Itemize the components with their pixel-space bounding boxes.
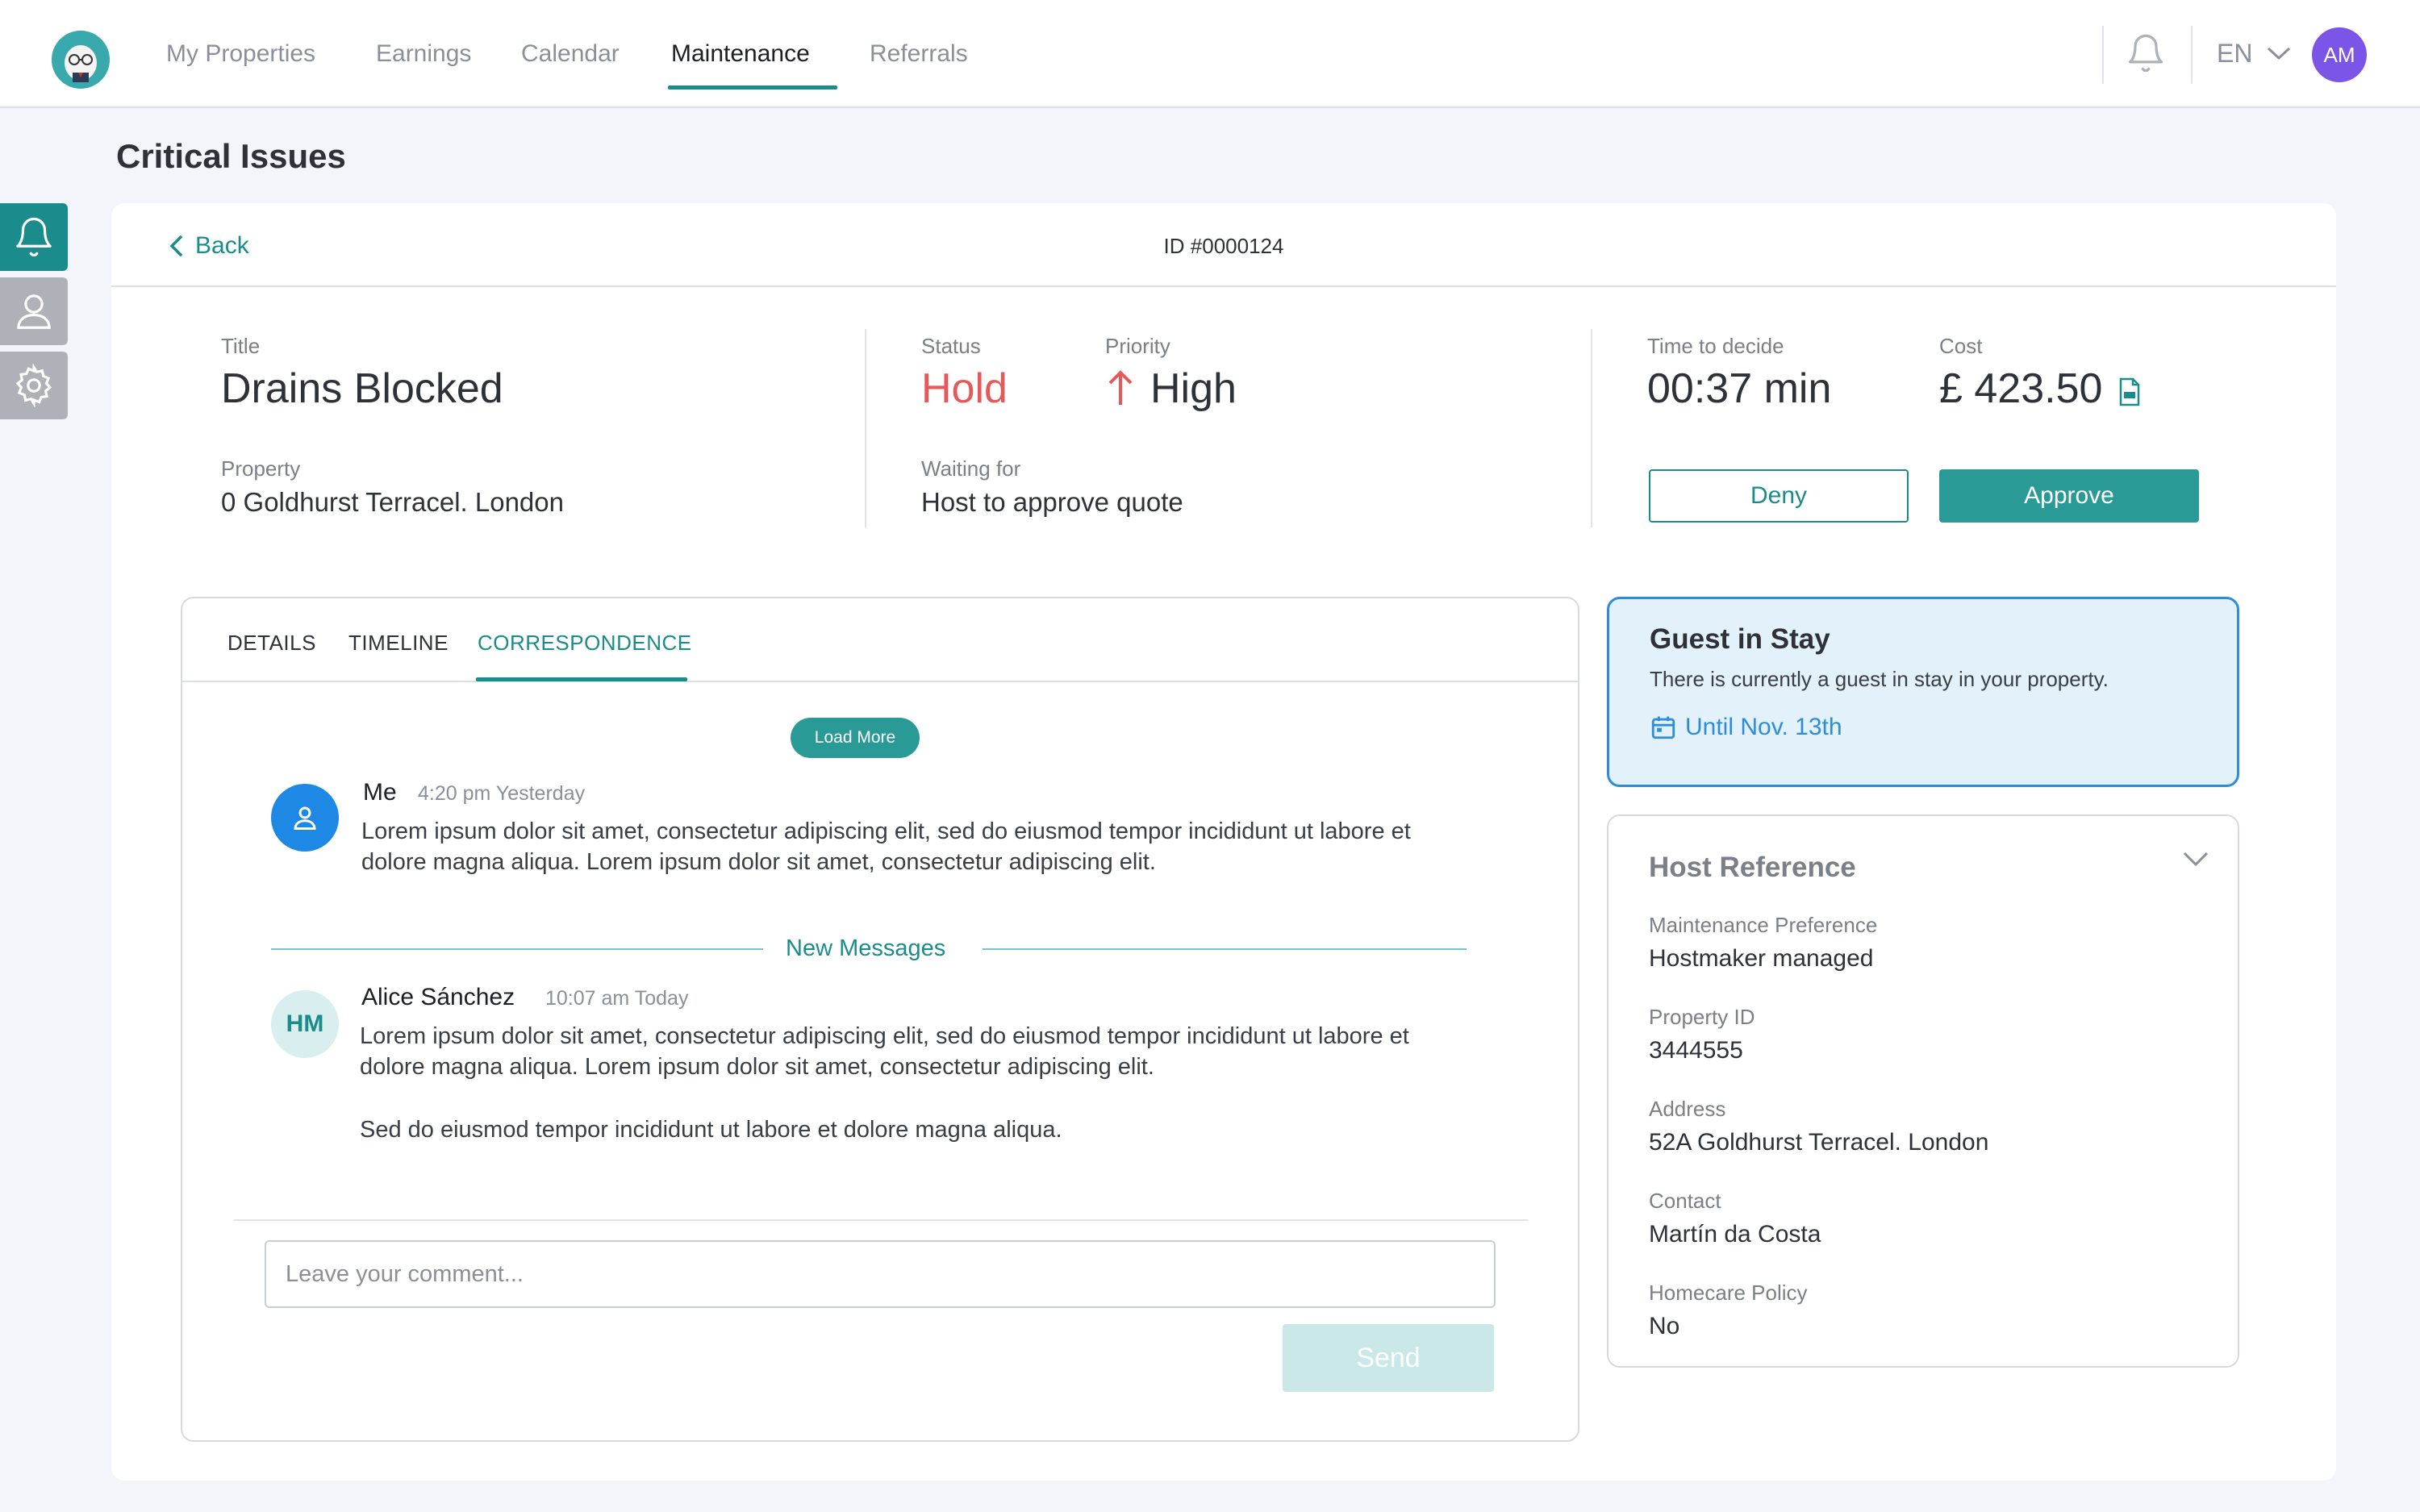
column-divider: [1591, 329, 1592, 527]
avatar: [271, 784, 339, 852]
waiting-value: Host to approve quote: [921, 487, 1183, 517]
comment-input[interactable]: [265, 1240, 1496, 1308]
property-value: 0 Goldhurst Terracel. London: [221, 487, 564, 517]
calendar-icon: [1651, 716, 1675, 739]
message-time: 4:20 pm Yesterday: [418, 782, 586, 805]
page-title: Critical Issues: [116, 137, 346, 175]
nav-maintenance[interactable]: Maintenance: [671, 40, 810, 68]
mascot-logo-icon: [52, 31, 110, 89]
status-label: Status: [921, 334, 981, 358]
title-label: Title: [221, 334, 261, 358]
host-reference-title: Host Reference: [1649, 852, 1856, 883]
guest-text: There is currently a guest in stay in yo…: [1650, 667, 2109, 691]
tab-bar: DETAILS TIMELINE CORRESPONDENCE: [182, 598, 1578, 682]
divider: [271, 948, 763, 950]
time-value: 00:37 min: [1647, 365, 1832, 412]
new-messages-label: New Messages: [786, 935, 946, 961]
divider: [234, 1219, 1528, 1221]
guest-in-stay-box: Guest in Stay There is currently a guest…: [1607, 597, 2239, 787]
user-avatar[interactable]: AM: [2312, 27, 2367, 82]
load-more-button[interactable]: Load More: [791, 718, 920, 758]
rail-settings[interactable]: [0, 352, 68, 419]
cost-value: £ 423.50: [1939, 365, 2103, 412]
message-text: Lorem ipsum dolor sit amet, consectetur …: [361, 818, 1411, 875]
contact-value: Martín da Costa: [1649, 1221, 1821, 1248]
approve-button[interactable]: Approve: [1939, 469, 2199, 523]
tab-details[interactable]: DETAILS: [227, 631, 316, 656]
card-header: Back ID #0000124: [111, 203, 2336, 287]
guest-until: Until Nov. 13th: [1650, 714, 1842, 741]
time-label: Time to decide: [1647, 334, 1784, 358]
nav-referrals[interactable]: Referrals: [870, 40, 968, 68]
bell-icon: [16, 217, 52, 256]
logo[interactable]: [52, 31, 110, 89]
homecare-policy-label: Homecare Policy: [1649, 1281, 1808, 1305]
host-reference-panel: Host Reference Maintenance Preference Ho…: [1607, 814, 2239, 1368]
notifications-bell-icon[interactable]: [2125, 32, 2167, 74]
rail-notifications[interactable]: [0, 203, 68, 271]
divider: [983, 948, 1467, 950]
message-text: Lorem ipsum dolor sit amet, consectetur …: [360, 1023, 1409, 1080]
message-author: Me: [363, 779, 397, 806]
user-icon: [17, 294, 51, 329]
divider: [2102, 26, 2104, 84]
tab-active-indicator: [476, 677, 687, 681]
contact-label: Contact: [1649, 1189, 1721, 1213]
issue-title: Drains Blocked: [221, 365, 503, 412]
waiting-label: Waiting for: [921, 456, 1021, 481]
homecare-policy-value: No: [1649, 1313, 1680, 1339]
address-label: Address: [1649, 1097, 1726, 1121]
pdf-document-icon[interactable]: [2118, 377, 2141, 410]
message-author: Alice Sánchez: [361, 984, 515, 1010]
message-time: 10:07 am Today: [545, 987, 689, 1010]
guest-until-label: Until Nov. 13th: [1685, 714, 1842, 740]
cost-label: Cost: [1939, 334, 1983, 358]
chevron-down-icon[interactable]: [2265, 44, 2293, 63]
property-id-label: Property ID: [1649, 1005, 1755, 1029]
nav-active-indicator: [668, 85, 837, 90]
maintenance-preference-value: Hostmaker managed: [1649, 945, 1874, 972]
status-value: Hold: [921, 365, 1008, 412]
avatar: HM: [271, 990, 339, 1058]
chevron-down-icon[interactable]: [2181, 848, 2210, 869]
top-navigation-bar: My Properties Earnings Calendar Maintena…: [0, 0, 2420, 108]
deny-button[interactable]: Deny: [1649, 469, 1909, 523]
arrow-up-icon: [1107, 369, 1134, 410]
property-label: Property: [221, 456, 301, 481]
tab-correspondence[interactable]: CORRESPONDENCE: [478, 631, 692, 656]
issue-id: ID #0000124: [1163, 234, 1284, 258]
nav-my-properties[interactable]: My Properties: [166, 40, 315, 68]
priority-value: High: [1150, 365, 1237, 412]
nav-earnings[interactable]: Earnings: [376, 40, 471, 68]
correspondence-panel: DETAILS TIMELINE CORRESPONDENCE Load Mor…: [181, 597, 1579, 1442]
guest-title: Guest in Stay: [1650, 623, 1830, 655]
property-id-value: 3444555: [1649, 1037, 1743, 1064]
tab-timeline[interactable]: TIMELINE: [348, 631, 449, 656]
column-divider: [865, 329, 866, 527]
nav-calendar[interactable]: Calendar: [521, 40, 620, 68]
message-text: Sed do eiusmod tempor incididunt ut labo…: [360, 1117, 1062, 1143]
gear-icon: [15, 364, 52, 407]
rail-profile[interactable]: [0, 277, 68, 345]
address-value: 52A Goldhurst Terracel. London: [1649, 1129, 1989, 1156]
user-icon: [294, 806, 316, 830]
send-button[interactable]: Send: [1283, 1324, 1494, 1392]
priority-label: Priority: [1105, 334, 1170, 358]
language-selector[interactable]: EN: [2217, 39, 2252, 69]
divider: [2191, 26, 2193, 84]
maintenance-preference-label: Maintenance Preference: [1649, 913, 1878, 937]
